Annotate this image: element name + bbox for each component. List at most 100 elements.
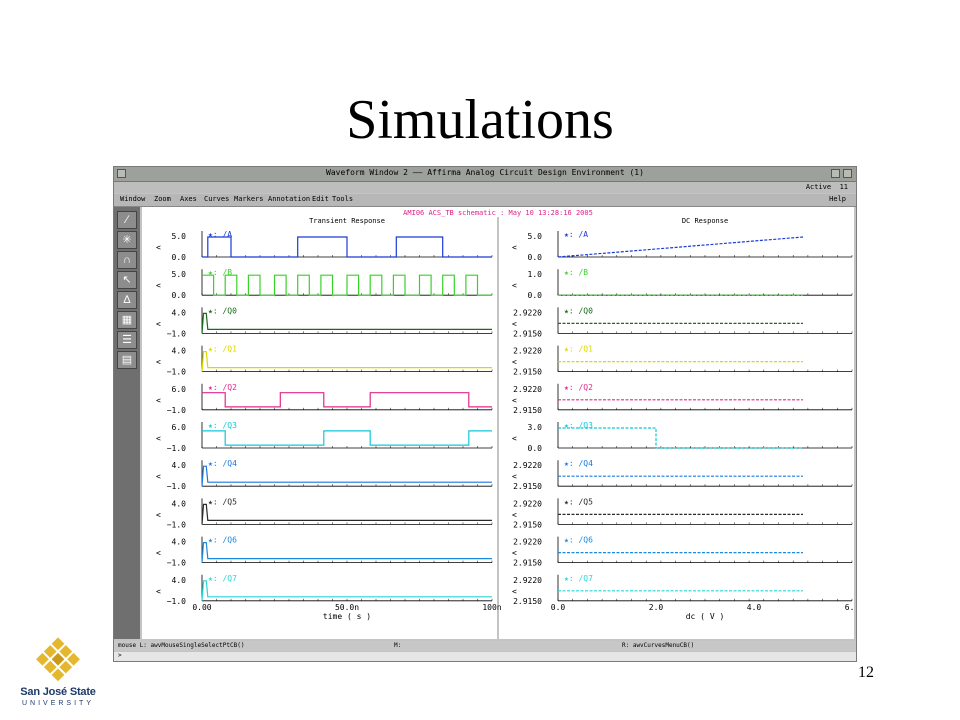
dc-series-label[interactable]: ★: /Q1 xyxy=(564,345,593,354)
redraw-tool-icon[interactable]: ∩ xyxy=(117,251,137,269)
tran-unit-bracket-icon: < xyxy=(156,319,161,328)
tran-series-label[interactable]: ★: /Q5 xyxy=(208,497,237,506)
tran-trace[interactable] xyxy=(201,465,492,487)
tran-unit-bracket-icon: < xyxy=(156,549,161,558)
dc-series-label[interactable]: ★: /B xyxy=(564,268,588,277)
waveform-plots[interactable]: AMI06 ACS_TB schematic : May 10 13:28:16… xyxy=(142,207,859,639)
menu-tools[interactable]: Tools xyxy=(332,195,353,203)
dc-ytick-lo: 0.0 xyxy=(528,444,543,453)
dc-xtick-label: 2.0 xyxy=(649,603,664,612)
tran-trace[interactable] xyxy=(202,430,492,446)
mouse-right-status: R: awvCurvesMenuCB() xyxy=(622,642,695,649)
marker-tool-icon[interactable]: ∆ xyxy=(117,291,137,309)
menu-zoom[interactable]: Zoom xyxy=(154,195,171,203)
dc-series-label[interactable]: ★: /Q5 xyxy=(564,497,593,506)
tran-ytick-hi: 4.0 xyxy=(172,538,187,547)
dc-series-label[interactable]: ★: /Q2 xyxy=(564,383,593,392)
tran-ytick-hi: 5.0 xyxy=(172,232,187,241)
dc-series-label[interactable]: ★: /Q6 xyxy=(564,536,593,545)
tran-trace[interactable] xyxy=(202,274,492,296)
dc-trace[interactable] xyxy=(558,427,803,449)
tran-title: Transient Response xyxy=(309,217,385,225)
tran-trace[interactable] xyxy=(202,236,492,258)
tran-xtick-label: 50.0n xyxy=(335,603,359,612)
dc-xtick-label: 6.0 xyxy=(845,603,854,612)
tran-ytick-hi: 4.0 xyxy=(172,308,187,317)
dc-ytick-hi: 2.9220 xyxy=(513,499,542,508)
tran-series-label[interactable]: ★: /Q2 xyxy=(208,383,237,392)
active-value: 11 xyxy=(839,183,848,191)
crosshair-tool-icon[interactable]: ✳ xyxy=(117,231,137,249)
slide-title: Simulations xyxy=(346,89,614,151)
tran-ytick-hi: 4.0 xyxy=(172,461,187,470)
tran-trace[interactable] xyxy=(202,392,492,408)
dc-series-label[interactable]: ★: /Q0 xyxy=(564,306,593,315)
dc-ytick-hi: 2.9220 xyxy=(513,461,542,470)
page-number: 12 xyxy=(858,664,874,681)
dc-xtick-label: 4.0 xyxy=(747,603,762,612)
tran-ytick-lo: 0.0 xyxy=(172,253,187,262)
tran-ytick-hi: 6.0 xyxy=(172,385,187,394)
menu-axes[interactable]: Axes xyxy=(180,195,197,203)
tran-trace[interactable] xyxy=(201,312,492,334)
dc-series-label[interactable]: ★: /Q3 xyxy=(564,421,593,430)
zoom-fit-tool-icon[interactable]: ↖ xyxy=(117,271,137,289)
mouse-left-status: mouse L: awvMouseSingleSelectPtCB() xyxy=(118,642,245,649)
menu-help[interactable]: Help xyxy=(829,195,846,203)
tran-series-label[interactable]: ★: /Q3 xyxy=(208,421,237,430)
minimize-button[interactable] xyxy=(831,169,840,178)
dc-ytick-hi: 3.0 xyxy=(528,423,543,432)
tran-trace[interactable] xyxy=(201,503,492,525)
list-tool-icon[interactable]: ☰ xyxy=(117,331,137,349)
dc-series-label[interactable]: ★: /A xyxy=(564,230,588,239)
pencil-tool-icon[interactable]: ∕ xyxy=(117,211,137,229)
dc-series-label[interactable]: ★: /Q7 xyxy=(564,574,593,583)
dc-series-label[interactable]: ★: /Q4 xyxy=(564,459,593,468)
dc-unit-bracket-icon: < xyxy=(512,358,517,367)
tran-unit-bracket-icon: < xyxy=(156,358,161,367)
tran-ytick-lo: −1.0 xyxy=(167,559,186,568)
dc-ytick-lo: 2.9150 xyxy=(513,406,542,415)
command-line[interactable]: > xyxy=(114,652,856,661)
menu-annotation[interactable]: Annotation xyxy=(268,195,310,203)
tran-xtick-label: 100n xyxy=(482,603,501,612)
tran-series-label[interactable]: ★: /Q4 xyxy=(208,459,237,468)
tran-ytick-lo: −1.0 xyxy=(167,444,186,453)
menu-window[interactable]: Window xyxy=(120,195,145,203)
menu-curves[interactable]: Curves xyxy=(204,195,229,203)
plot-area[interactable]: AMI06 ACS_TB schematic : May 10 13:28:16… xyxy=(142,207,859,639)
tran-xtick-label: 0.00 xyxy=(192,603,211,612)
tran-trace[interactable] xyxy=(201,580,492,601)
tran-series-label[interactable]: ★: /Q0 xyxy=(208,306,237,315)
tran-series-label[interactable]: ★: /Q6 xyxy=(208,536,237,545)
tran-series-label[interactable]: ★: /A xyxy=(208,230,232,239)
dc-ytick-hi: 2.9220 xyxy=(513,538,542,547)
dc-trace[interactable] xyxy=(557,236,804,258)
menu-bar: Window Zoom Axes Curves Markers Annotati… xyxy=(114,194,856,207)
mouse-status-bar: mouse L: awvMouseSingleSelectPtCB() M: R… xyxy=(114,641,856,651)
active-indicator: Active 11 xyxy=(806,183,848,191)
tran-ytick-hi: 4.0 xyxy=(172,347,187,356)
tran-trace[interactable] xyxy=(201,351,492,372)
tran-series-label[interactable]: ★: /Q7 xyxy=(208,574,237,583)
tran-trace[interactable] xyxy=(201,542,492,563)
tran-ytick-hi: 5.0 xyxy=(172,270,187,279)
dc-unit-bracket-icon: < xyxy=(512,587,517,596)
sjsu-logo: San José State UNIVERSITY xyxy=(6,636,110,716)
tran-series-label[interactable]: ★: /Q1 xyxy=(208,345,237,354)
tran-unit-bracket-icon: < xyxy=(156,396,161,405)
command-prompt: > xyxy=(118,652,122,659)
dc-ytick-hi: 2.9220 xyxy=(513,385,542,394)
dc-ytick-lo: 2.9150 xyxy=(513,368,542,377)
calculator-tool-icon[interactable]: ▦ xyxy=(117,311,137,329)
print-tool-icon[interactable]: ▤ xyxy=(117,351,137,369)
tran-ytick-lo: −1.0 xyxy=(167,597,186,606)
dc-unit-bracket-icon: < xyxy=(512,510,517,519)
window-titlebar[interactable]: Waveform Window 2 —– Affirma Analog Circ… xyxy=(114,167,856,182)
dc-ytick-hi: 2.9220 xyxy=(513,308,542,317)
tran-series-label[interactable]: ★: /B xyxy=(208,268,232,277)
menu-markers[interactable]: Markers xyxy=(234,195,264,203)
sjsu-seal-icon xyxy=(36,637,80,682)
maximize-button[interactable] xyxy=(843,169,852,178)
menu-edit[interactable]: Edit xyxy=(312,195,329,203)
